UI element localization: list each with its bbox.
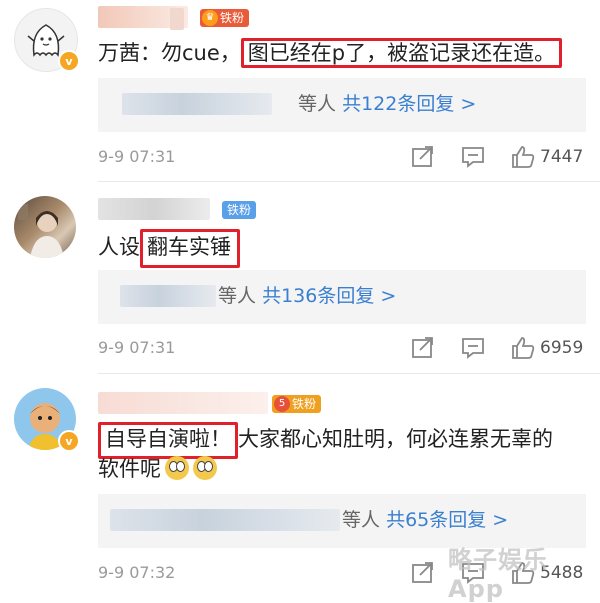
- timestamp: 9-9 07:31: [98, 338, 176, 357]
- timestamp: 9-9 07:32: [98, 563, 176, 582]
- replies-summary[interactable]: 等人 共65条回复 >: [342, 506, 508, 534]
- comment-text: 自导自演啦！ 大家都心知肚明，何必连累无辜的: [98, 422, 553, 459]
- verified-badge-icon: v: [58, 50, 80, 72]
- like-count: 6959: [540, 338, 584, 358]
- replies-summary[interactable]: 等人 共122条回复 >: [298, 90, 476, 118]
- reply-users-blurred: [110, 509, 340, 531]
- photo-avatar-icon: [18, 204, 64, 258]
- username-blurred[interactable]: [98, 198, 210, 220]
- scared-emoji-icon: [193, 456, 217, 480]
- highlight-box: 翻车实锤: [140, 229, 240, 268]
- fan-badge: ♛ 铁粉: [200, 9, 250, 27]
- crown-icon: 5: [274, 396, 290, 412]
- share-icon[interactable]: [410, 560, 436, 586]
- comment-text-line2: 软件呢: [98, 452, 217, 486]
- highlight-box: 图已经在p了，被盗记录还在造。: [240, 38, 563, 68]
- like-icon[interactable]: [510, 335, 536, 361]
- share-icon[interactable]: [410, 144, 436, 170]
- comment-text: 万茜：勿cue， 图已经在p了，被盗记录还在造。: [98, 36, 563, 70]
- comment-2: 铁粉 人设 翻车实锤 等人 共136条回复 > 9-9 07:31 6959: [0, 182, 600, 374]
- comment-text: 人设 翻车实锤: [98, 229, 240, 268]
- avatar[interactable]: [14, 196, 76, 258]
- scared-emoji-icon: [165, 456, 189, 480]
- fan-badge: 铁粉: [222, 201, 257, 219]
- watermark: 略子娱乐App: [448, 546, 548, 603]
- comment-meta: 9-9 07:31 6959: [98, 335, 588, 361]
- crown-icon: ♛: [202, 10, 218, 26]
- timestamp: 9-9 07:31: [98, 147, 176, 166]
- replies-link[interactable]: 共136条回复 >: [262, 285, 396, 307]
- replies-link[interactable]: 共65条回复 >: [386, 509, 508, 531]
- like-icon[interactable]: [510, 144, 536, 170]
- username-blurred[interactable]: [98, 392, 268, 414]
- comment-icon[interactable]: [460, 335, 486, 361]
- comment-1: v ♛ 铁粉 万茜：勿cue， 图已经在p了，被盗记录还在造。 等人 共122条回…: [0, 0, 600, 182]
- like-count: 7447: [540, 147, 584, 167]
- reply-users-blurred: [120, 285, 216, 307]
- reply-users-blurred: [122, 93, 272, 115]
- verified-badge-icon: v: [58, 430, 80, 452]
- share-icon[interactable]: [410, 335, 436, 361]
- comment-icon[interactable]: [460, 144, 486, 170]
- username-blurred-2: [170, 8, 184, 30]
- fan-badge: 5 铁粉: [272, 395, 322, 413]
- replies-summary[interactable]: 等人 共136条回复 >: [218, 282, 396, 310]
- comment-meta: 9-9 07:31 7447: [98, 144, 588, 170]
- replies-box[interactable]: 等人 共136条回复 >: [98, 270, 586, 324]
- replies-box[interactable]: 等人 共122条回复 >: [98, 78, 586, 132]
- replies-link[interactable]: 共122条回复 >: [342, 93, 476, 115]
